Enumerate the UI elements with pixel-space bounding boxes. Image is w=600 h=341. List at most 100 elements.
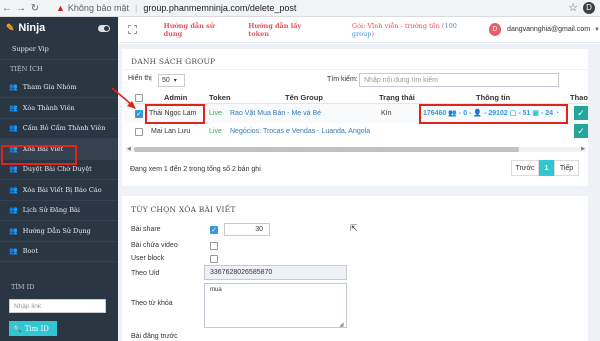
find-id-label: TÌM ID [11, 283, 35, 291]
token-guide-link[interactable]: Hướng dẫn lấy token [248, 22, 320, 38]
sidebar-item-label: Boot [22, 247, 38, 256]
url-field[interactable]: group.phanmemninja.com/delete_post [143, 3, 296, 13]
sidebar-item-boot[interactable]: 👥 Boot [0, 242, 118, 262]
table-summary: Đang xem 1 đến 2 trong tổng số 2 bản ghi [130, 166, 261, 173]
plan-prefix: Gói: Vĩnh viễn - trường tồn ( [351, 21, 445, 30]
browser-profile-avatar[interactable]: D [583, 2, 595, 14]
user-block-checkbox[interactable] [210, 255, 218, 263]
sidebar-item-ban-member[interactable]: 👥 Cấm Bỏ Cấm Thành Viên [0, 119, 118, 139]
search-input[interactable]: Nhập nội dung tìm kiếm [359, 73, 559, 87]
panel-divider [124, 69, 588, 70]
row-action-button[interactable]: ✓ [574, 106, 588, 120]
keyword-textarea[interactable]: mua [204, 283, 347, 328]
ninja-logo-icon: ✎ [6, 22, 15, 34]
uid-input[interactable]: 3367628026585870 [204, 265, 347, 280]
sidebar-item-label: Xóa Thành Viên [22, 103, 75, 112]
users-icon: 👥 [9, 247, 18, 256]
group-list-title: DANH SÁCH GROUP [131, 57, 216, 66]
keyword-label: Theo từ khóa [131, 300, 173, 307]
sidebar-item-supper-vip[interactable]: Supper Vip [0, 39, 118, 60]
share-checkbox[interactable]: ✓ [210, 226, 218, 234]
brand[interactable]: ✎ Ninja [0, 17, 118, 39]
row-status: Kín [381, 110, 392, 117]
fullscreen-icon[interactable] [128, 25, 137, 34]
uid-label: Theo Uid [131, 270, 160, 277]
video-label: Bài chứa video [131, 242, 178, 249]
sidebar-item-label: Supper Vip [12, 44, 49, 53]
sidebar-section-title: TIỆN ÍCH [10, 64, 43, 73]
highlight-box-info [419, 104, 568, 124]
scrollbar-thumb[interactable] [134, 147, 519, 152]
share-count-input[interactable]: 30 [224, 223, 270, 236]
sidebar-item-post-history[interactable]: 👥 Lịch Sử Đăng Bài [0, 201, 118, 221]
highlight-box-admin [145, 104, 205, 124]
users-icon: 👥 [9, 206, 18, 215]
mouse-cursor-icon: ⇱ [350, 223, 358, 233]
scroll-right-icon[interactable]: ▶ [581, 146, 585, 152]
show-entries-label: Hiển thị [128, 75, 152, 82]
row-admin: Mai Lan Lưu [151, 128, 191, 135]
highlight-box-sidebar [1, 145, 77, 165]
column-header-token[interactable]: Token [209, 93, 231, 102]
find-id-input[interactable]: Nhập link [9, 299, 106, 313]
guide-link[interactable]: Hướng dẫn sử dụng [164, 22, 232, 38]
column-header-info[interactable]: Thông tin [476, 93, 510, 102]
column-header-status[interactable]: Trạng thái [379, 93, 415, 102]
sidebar-item-label: Tham Gia Nhóm [22, 83, 77, 92]
delete-options-panel [122, 196, 588, 341]
sidebar-item-label: Cấm Bỏ Cấm Thành Viên [22, 124, 106, 133]
sidebar-item-label: Duyệt Bài Chờ Duyệt [22, 165, 92, 174]
sidebar-item-label: Lịch Sử Đăng Bài [22, 206, 80, 215]
scroll-left-icon[interactable]: ◀ [127, 146, 131, 152]
red-arrow-annotation [111, 87, 136, 109]
back-icon[interactable]: ← [0, 3, 14, 14]
row-checkbox[interactable] [135, 128, 143, 136]
sidebar-item-label: Xóa Bài Viết Bị Báo Cáo [22, 185, 102, 194]
forward-icon[interactable]: → [14, 3, 28, 14]
show-entries-select[interactable]: 50 ▾ [158, 74, 185, 87]
brand-name: Ninja [18, 22, 46, 34]
security-label[interactable]: Không bảo mật [68, 3, 129, 13]
show-entries-value: 50 [162, 77, 170, 84]
sidebar-item-reported-posts[interactable]: 👥 Xóa Bài Viết Bị Báo Cáo [0, 180, 118, 201]
row-action-button[interactable]: ✓ [574, 124, 588, 138]
search-label: Tìm kiếm: [327, 76, 358, 83]
before-date-label: Bài đăng trước [131, 333, 178, 340]
pagination-prev[interactable]: Trước [511, 160, 539, 176]
column-header-admin[interactable]: Admin [164, 93, 187, 102]
users-icon: 👥 [9, 124, 18, 133]
sidebar-toggle-icon[interactable] [98, 24, 110, 32]
users-icon: 👥 [9, 185, 18, 194]
browser-address-bar: ← → ↻ ▲ Không bảo mật | group.phanmemnin… [0, 0, 600, 17]
users-icon: 👥 [9, 165, 18, 174]
pagination-page[interactable]: 1 [539, 160, 554, 176]
delete-options-title: TÙY CHỌN XÓA BÀI VIẾT [131, 205, 236, 214]
sidebar-item-user-guide[interactable]: 👥 Hướng Dẫn Sử Dụng [0, 221, 118, 242]
find-id-button[interactable]: 🔍 Tìm ID [9, 321, 57, 336]
sidebar-item-join-group[interactable]: 👥 Tham Gia Nhóm [0, 78, 118, 98]
warning-icon: ▲ [56, 3, 65, 13]
star-icon[interactable]: ☆ [568, 1, 578, 14]
column-header-action[interactable]: Thao [570, 93, 588, 102]
share-label: Bài share [131, 226, 161, 233]
reload-icon[interactable]: ↻ [28, 3, 42, 14]
sidebar-item-remove-member[interactable]: 👥 Xóa Thành Viên [0, 98, 118, 119]
resize-handle-icon[interactable]: ◢ [339, 321, 344, 328]
top-header: Hướng dẫn sử dụng Hướng dẫn lấy token Gó… [118, 17, 600, 43]
user-block-label: User block [131, 255, 165, 262]
address-divider: | [134, 3, 138, 13]
column-header-group-name[interactable]: Tên Group [285, 93, 323, 102]
users-icon: 👥 [9, 83, 18, 92]
search-icon: 🔍 [13, 324, 22, 333]
table-horizontal-scrollbar[interactable]: ◀ ▶ [126, 146, 586, 152]
video-checkbox[interactable] [210, 242, 218, 250]
row-token: Live [209, 128, 222, 135]
user-avatar[interactable]: D [488, 23, 502, 36]
row-group-name[interactable]: Negócios: Trocas e Vendas - Luanda, Ango… [230, 128, 370, 135]
user-email[interactable]: dangvannghia@gmail.com [507, 26, 590, 33]
plan-info: Gói: Vĩnh viễn - trường tồn (100 group) [352, 22, 474, 38]
row-group-name[interactable]: Rao Vặt Mua Bán - Mẹ và Bé [230, 110, 321, 117]
pagination-next[interactable]: Tiếp [554, 160, 579, 176]
users-icon: 👥 [9, 103, 18, 112]
chevron-down-icon[interactable]: ▼ [594, 27, 600, 33]
